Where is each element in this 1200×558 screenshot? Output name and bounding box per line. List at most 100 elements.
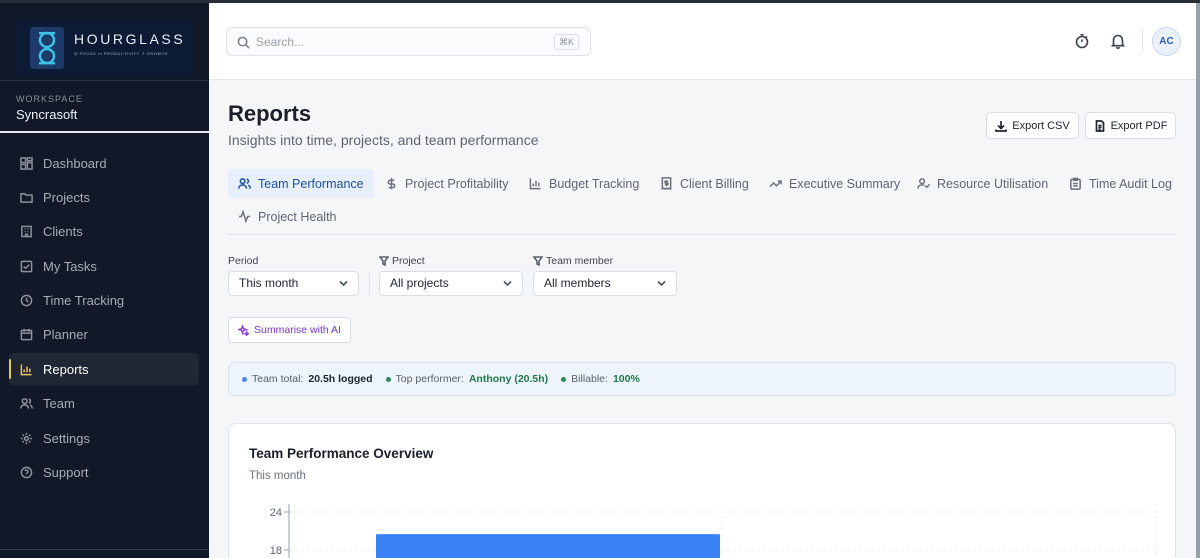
clock-icon: [20, 294, 33, 307]
period-select[interactable]: This month: [228, 271, 359, 296]
sidebar-item-dashboard[interactable]: Dashboard: [9, 147, 199, 179]
project-filter-label: Project: [379, 255, 425, 267]
sidebar-item-reports[interactable]: Reports: [9, 353, 199, 386]
tab-executive-summary[interactable]: Executive Summary: [759, 169, 910, 198]
sidebar-item-planner[interactable]: Planner: [9, 319, 199, 351]
tabs-divider: [228, 234, 1176, 235]
team-total-stat: Team total: 20.5h logged: [242, 373, 373, 385]
brand-name: HOURGLASS: [74, 31, 186, 47]
dashboard-icon: [20, 156, 33, 170]
member-select[interactable]: All members: [533, 271, 677, 296]
page-title: Reports: [228, 101, 312, 126]
top-performer-value: Anthony (20.5h): [468, 373, 549, 385]
brand-tagline: ◎ FOCUS ııl PRODUCTIVITY ↗ GROWTH: [74, 51, 168, 56]
sidebar-item-settings[interactable]: Settings: [9, 422, 199, 454]
period-label-text: Period: [228, 255, 259, 267]
y-tick-label: 24: [270, 507, 282, 519]
sidebar-item-label: Time Tracking: [43, 293, 125, 309]
team-total-key: Team total:: [252, 373, 304, 385]
sidebar-item-label: Team: [43, 396, 75, 412]
sidebar-item-projects[interactable]: Projects: [9, 181, 199, 213]
export-csv-button[interactable]: Export CSV: [986, 112, 1079, 139]
export-pdf-button[interactable]: Export PDF: [1085, 112, 1176, 139]
export-pdf-label: Export PDF: [1110, 119, 1168, 132]
trending-up-icon: [769, 180, 782, 188]
tab-label: Resource Utilisation: [937, 176, 1049, 191]
tab-team-performance[interactable]: Team Performance: [228, 169, 374, 198]
sparkles-icon: [238, 324, 250, 336]
filter-icon: [379, 256, 389, 266]
help-icon: [20, 466, 33, 479]
export-csv-label: Export CSV: [1012, 119, 1070, 132]
tab-resource-utilisation[interactable]: Resource Utilisation: [907, 169, 1058, 198]
activity-icon: [238, 210, 251, 223]
sidebar-item-label: Reports: [43, 361, 89, 377]
sidebar-item-label: Settings: [43, 430, 90, 446]
users-icon: [238, 178, 251, 189]
team-performance-card: Team Performance Overview This month 24 1…: [228, 423, 1176, 558]
billable-stat: Billable: 100%: [561, 373, 640, 385]
summary-strip: Team total: 20.5h logged Top performer: …: [228, 362, 1176, 396]
sidebar-item-label: Planner: [43, 327, 88, 343]
sidebar-item-time-tracking[interactable]: Time Tracking: [9, 285, 199, 317]
sidebar-item-label: Support: [43, 465, 89, 481]
building-icon: [21, 225, 32, 238]
search-input[interactable]: [256, 34, 516, 50]
member-label-text: Team member: [546, 255, 614, 267]
sidebar-item-my-tasks[interactable]: My Tasks: [9, 250, 199, 282]
billable-value: 100%: [612, 373, 640, 385]
sidebar-footer-divider: [0, 549, 209, 550]
tab-label: Time Audit Log: [1089, 176, 1172, 191]
tab-label: Client Billing: [680, 176, 749, 191]
dollar-icon: [387, 177, 396, 190]
page-subtitle: Insights into time, projects, and team p…: [228, 132, 539, 148]
tab-client-billing[interactable]: Client Billing: [650, 169, 759, 198]
clipboard-icon: [1070, 177, 1081, 190]
file-icon: [1095, 119, 1104, 132]
tab-label: Budget Tracking: [549, 176, 640, 191]
sidebar-item-label: Clients: [43, 224, 83, 240]
project-label-text: Project: [392, 255, 425, 267]
project-select[interactable]: All projects: [379, 271, 523, 296]
sidebar-divider: [0, 80, 209, 81]
tab-project-profitability[interactable]: Project Profitability: [375, 169, 519, 198]
status-dot: [385, 376, 391, 382]
bell-icon[interactable]: [1110, 33, 1126, 49]
tab-budget-tracking[interactable]: Budget Tracking: [519, 169, 649, 198]
sidebar-item-clients[interactable]: Clients: [9, 216, 199, 248]
sidebar-item-label: Dashboard: [43, 155, 107, 171]
search-shortcut-badge: ⌘K: [553, 34, 579, 50]
avatar[interactable]: AC: [1152, 27, 1181, 56]
tab-time-audit-log[interactable]: Time Audit Log: [1059, 169, 1182, 198]
sidebar-item-support[interactable]: Support: [9, 457, 199, 489]
timer-icon[interactable]: [1074, 33, 1090, 49]
tab-label: Project Profitability: [405, 176, 509, 191]
status-dot: [561, 376, 567, 382]
top-header: ⌘K AC: [209, 3, 1200, 80]
tab-project-health[interactable]: Project Health: [228, 202, 347, 231]
sidebar: HOURGLASS ◎ FOCUS ııl PRODUCTIVITY ↗ GRO…: [0, 0, 209, 558]
team-performance-chart: 24 18: [249, 496, 1164, 558]
member-select-value: All members: [544, 276, 611, 290]
summarise-ai-button[interactable]: Summarise with AI: [228, 317, 351, 343]
sidebar-item-team[interactable]: Team: [9, 388, 199, 420]
team-total-value: 20.5h logged: [308, 373, 373, 385]
member-filter-label: Team member: [533, 255, 613, 267]
calendar-icon: [20, 329, 33, 341]
top-performer-key: Top performer:: [395, 373, 464, 385]
user-check-icon: [917, 178, 930, 189]
workspace-divider: [0, 131, 209, 133]
period-select-value: This month: [239, 276, 299, 290]
filter-divider: [369, 273, 370, 295]
brand-logo[interactable]: HOURGLASS ◎ FOCUS ııl PRODUCTIVITY ↗ GRO…: [16, 18, 193, 78]
bar-anthony: [376, 534, 720, 558]
search-bar[interactable]: ⌘K: [226, 27, 591, 56]
workspace-name[interactable]: Syncrasoft: [16, 107, 77, 122]
tab-label: Executive Summary: [789, 176, 901, 191]
sidebar-nav: Dashboard Projects Clients My Tasks Time…: [9, 147, 199, 491]
users-icon: [20, 398, 33, 409]
tab-label: Team Performance: [258, 176, 364, 191]
window-scrollbar[interactable]: [1196, 3, 1200, 558]
receipt-icon: [661, 177, 672, 190]
tab-label: Project Health: [258, 209, 337, 224]
